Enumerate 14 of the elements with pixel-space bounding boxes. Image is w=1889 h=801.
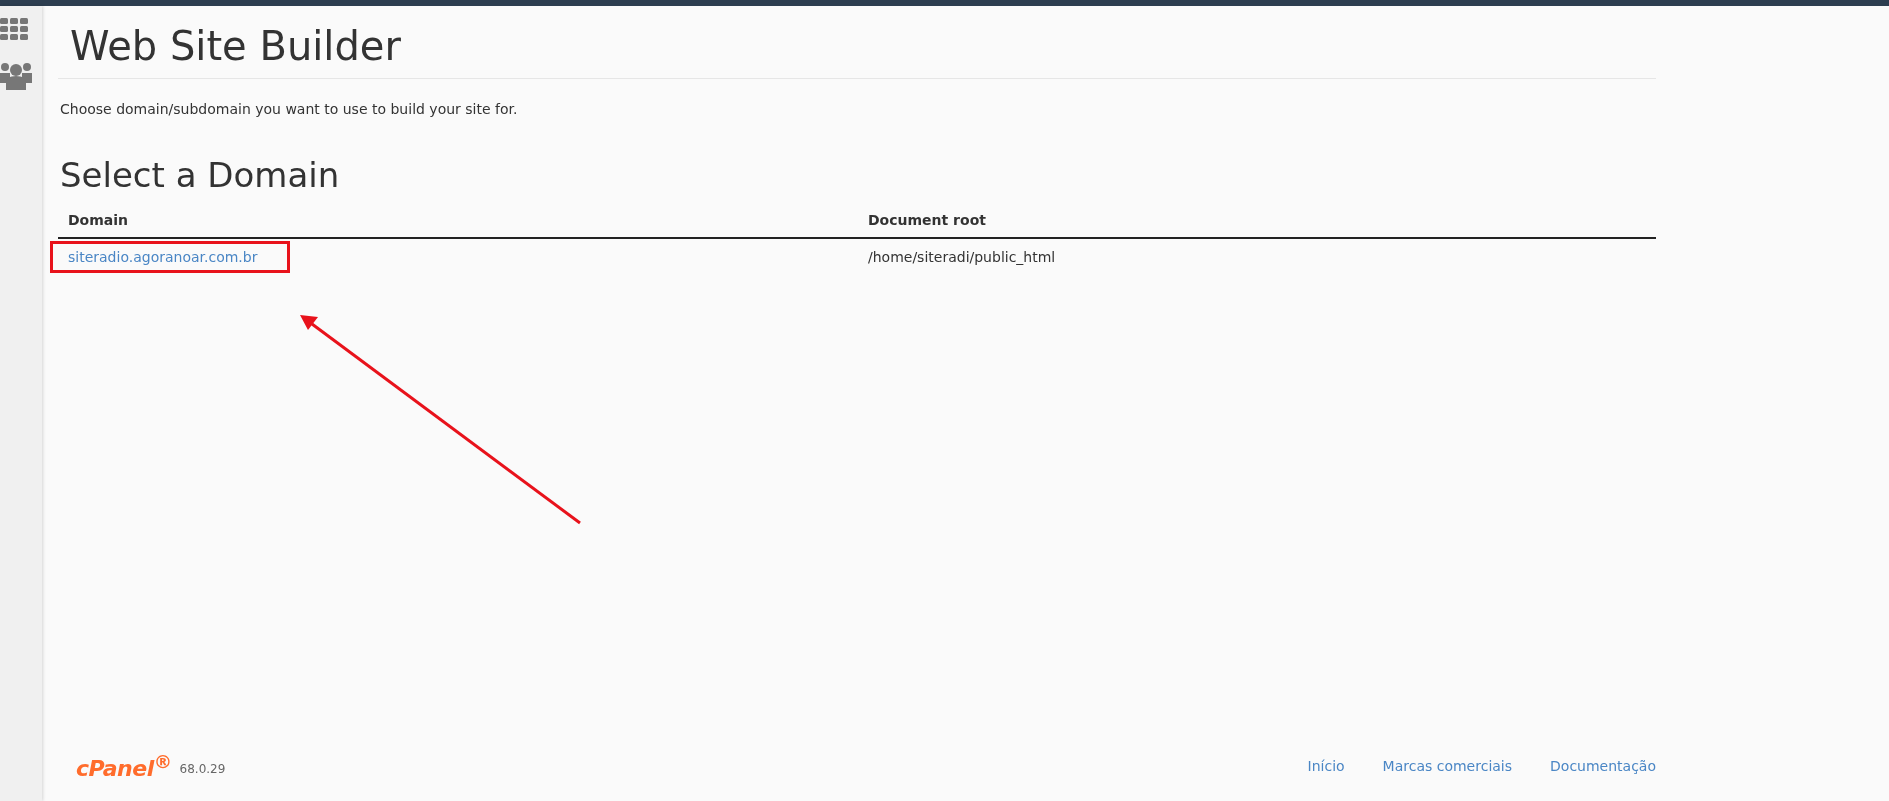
version-text: 68.0.29 xyxy=(179,761,226,776)
grid-icon[interactable] xyxy=(0,18,30,42)
column-header: Document root xyxy=(858,203,1656,238)
table-cell: /home/siteradi/public_html xyxy=(858,238,1656,275)
domain-link[interactable]: siteradio.agoranoar.com.br xyxy=(68,249,258,265)
logo: cPanel$^{®}$ xyxy=(76,750,172,781)
users-icon[interactable] xyxy=(0,60,32,90)
description-text: Choose domain/subdomain you want to use to build your site for. xyxy=(60,101,519,117)
page-title: Web Site Builder xyxy=(70,22,402,71)
footer-link[interactable]: Início xyxy=(1307,757,1345,774)
footer-link[interactable]: Marcas comerciais xyxy=(1382,757,1513,774)
column-header: Domain xyxy=(58,203,858,238)
section-title: Select a Domain xyxy=(60,154,341,197)
footer-link[interactable]: Documentação xyxy=(1550,757,1656,774)
